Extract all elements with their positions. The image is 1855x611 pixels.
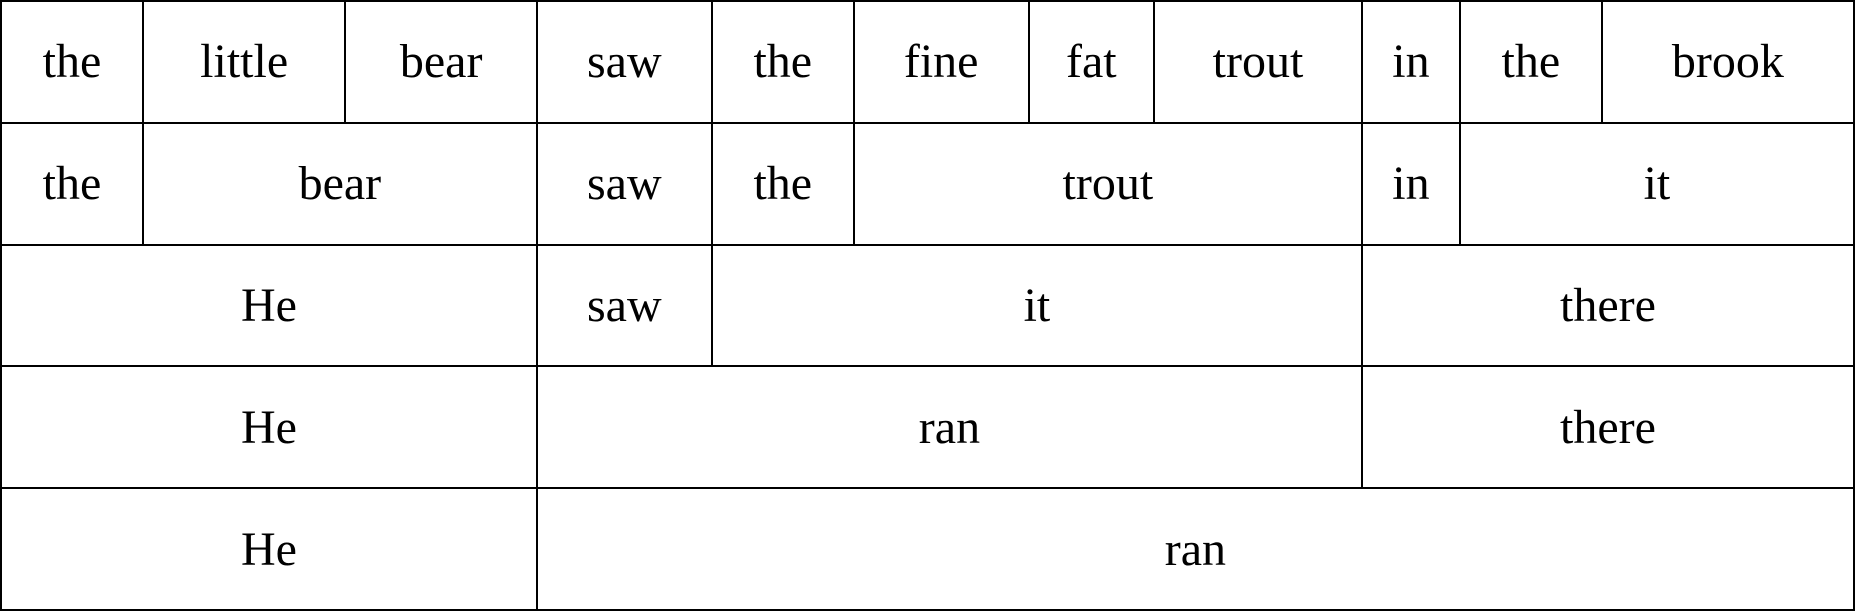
table-cell: the — [712, 1, 854, 123]
table-cell: trout — [1154, 1, 1362, 123]
table-cell: little — [143, 1, 346, 123]
table-row: thelittlebearsawthefinefattroutinthebroo… — [1, 1, 1854, 123]
table-cell: ran — [537, 366, 1362, 488]
table-cell: fat — [1029, 1, 1154, 123]
table-cell: the — [1, 123, 143, 245]
table-cell: fine — [854, 1, 1029, 123]
table-cell: bear — [345, 1, 536, 123]
table-row: Heran — [1, 488, 1854, 610]
table-row: thebearsawthetroutinit — [1, 123, 1854, 245]
table-cell: there — [1362, 366, 1854, 488]
word-table: thelittlebearsawthefinefattroutinthebroo… — [0, 0, 1855, 609]
table-cell: the — [1, 1, 143, 123]
table-cell: the — [712, 123, 854, 245]
table-cell: He — [1, 245, 537, 367]
table-cell: saw — [537, 245, 712, 367]
table-cell: ran — [537, 488, 1854, 610]
table-cell: bear — [143, 123, 537, 245]
table-row: Hesawitthere — [1, 245, 1854, 367]
table-cell: it — [1460, 123, 1854, 245]
table-cell: brook — [1602, 1, 1854, 123]
table-cell: He — [1, 488, 537, 610]
table-cell: the — [1460, 1, 1602, 123]
table-cell: in — [1362, 1, 1460, 123]
table-cell: saw — [537, 1, 712, 123]
table-row: Heranthere — [1, 366, 1854, 488]
table-cell: trout — [854, 123, 1362, 245]
table-cell: it — [712, 245, 1362, 367]
table-cell: saw — [537, 123, 712, 245]
table-cell: in — [1362, 123, 1460, 245]
table-cell: He — [1, 366, 537, 488]
table-cell: there — [1362, 245, 1854, 367]
